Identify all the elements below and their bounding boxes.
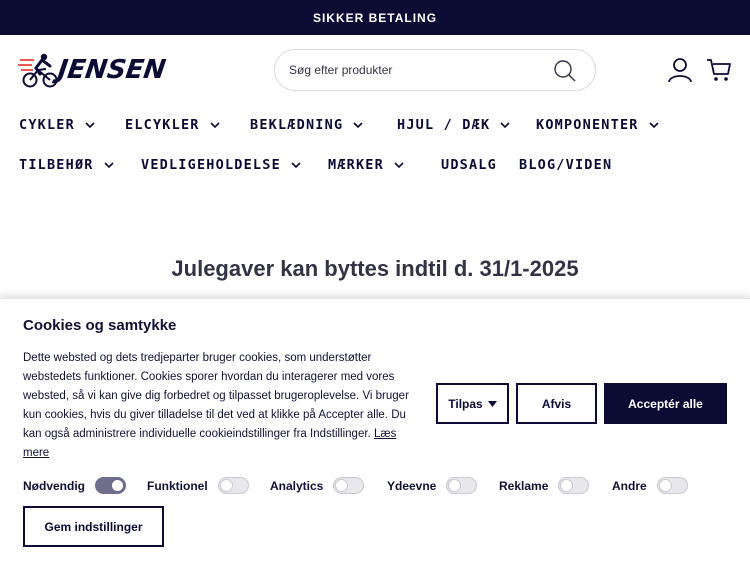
cookie-category-noedvendig: Nødvendig (23, 477, 126, 494)
nav-label: HJUL / DÆK (397, 117, 491, 133)
search-bar (274, 49, 596, 91)
cookie-body-text: Dette websted og dets tredjeparter bruge… (23, 352, 409, 440)
category-label: Analytics (270, 478, 324, 493)
toggle-switch-funktionel[interactable] (217, 477, 249, 494)
nav-item-beklaedning[interactable]: BEKLÆDNING (250, 115, 363, 135)
chevron-down-icon (500, 121, 510, 128)
save-settings-button[interactable]: Gem indstillinger (23, 506, 164, 547)
search-input[interactable] (289, 63, 539, 77)
customize-button[interactable]: Tilpas (436, 383, 509, 424)
toggle-knob (335, 479, 349, 492)
category-label: Funktionel (147, 478, 208, 493)
nav-label: UDSALG (441, 157, 497, 173)
chevron-down-icon (85, 121, 95, 128)
toggle-switch-andre[interactable] (656, 477, 688, 494)
nav-item-vedligeholdelse[interactable]: VEDLIGEHOLDELSE (141, 155, 301, 175)
nav-item-maerker[interactable]: MÆRKER (328, 155, 404, 175)
nav-label: CYKLER (19, 117, 75, 133)
main-navigation: CYKLER ELCYKLER BEKLÆDNING HJUL / DÆK KO… (0, 105, 750, 185)
cookie-category-ydeevne: Ydeevne (387, 477, 478, 494)
nav-label: BEKLÆDNING (250, 117, 344, 133)
chevron-down-icon (210, 121, 220, 128)
caret-down-icon (487, 400, 497, 407)
nav-label: ELCYKLER (125, 117, 200, 133)
toggle-switch-analytics[interactable] (333, 477, 365, 494)
announcement-text: SIKKER BETALING (312, 10, 438, 25)
logo-wordmark: JENSEN (55, 55, 168, 85)
cookie-consent-banner: Cookies og samtykke Dette websted og det… (0, 298, 750, 563)
cookie-title: Cookies og samtykke (23, 317, 177, 334)
nav-label: VEDLIGEHOLDELSE (141, 157, 281, 173)
category-label: Nødvendig (23, 478, 85, 493)
nav-label: MÆRKER (328, 157, 384, 173)
toggle-switch-reklame[interactable] (558, 477, 590, 494)
cookie-category-analytics: Analytics (270, 477, 365, 494)
toggle-switch-noedvendig[interactable] (95, 477, 126, 494)
site-logo[interactable]: JENSEN (18, 51, 214, 89)
cookie-category-funktionel: Funktionel (147, 477, 249, 494)
top-announcement-bar: SIKKER BETALING (0, 0, 750, 35)
chevron-down-icon (353, 121, 363, 128)
chevron-down-icon (104, 161, 114, 168)
nav-item-cykler[interactable]: CYKLER (19, 115, 95, 135)
toggle-knob (111, 479, 124, 492)
cookie-category-andre: Andre (612, 477, 688, 494)
nav-label: BLOG/VIDEN (519, 157, 613, 173)
cookie-description: Dette websted og dets tredjeparter bruge… (23, 349, 415, 463)
category-label: Reklame (499, 478, 549, 493)
category-label: Andre (612, 478, 647, 493)
nav-item-komponenter[interactable]: KOMPONENTER (536, 115, 659, 135)
nav-item-tilbehoer[interactable]: TILBEHØR (19, 155, 114, 175)
nav-label: TILBEHØR (19, 157, 94, 173)
nav-item-hjul-daek[interactable]: HJUL / DÆK (397, 115, 510, 135)
toggle-knob (658, 479, 672, 492)
search-icon[interactable] (553, 59, 577, 83)
chevron-down-icon (649, 121, 659, 128)
category-label: Ydeevne (387, 478, 437, 493)
account-icon[interactable] (667, 57, 693, 83)
cookie-category-reklame: Reklame (499, 477, 590, 494)
promo-headline: Julegaver kan byttes indtil d. 31/1-2025 (171, 256, 579, 281)
chevron-down-icon (394, 161, 404, 168)
site-header: JENSEN (0, 35, 750, 105)
toggle-knob (219, 479, 233, 492)
nav-item-udsalg[interactable]: UDSALG (441, 155, 497, 175)
toggle-knob (448, 479, 462, 492)
customize-label: Tilpas (448, 396, 483, 411)
cookie-category-toggles: Nødvendig Funktionel Analytics Ydeevne R… (23, 477, 723, 499)
nav-item-elcykler[interactable]: ELCYKLER (125, 115, 220, 135)
nav-item-blog-viden[interactable]: BLOG/VIDEN (519, 155, 612, 175)
reject-button[interactable]: Afvis (516, 383, 597, 424)
nav-label: KOMPONENTER (536, 117, 639, 133)
toggle-knob (560, 479, 574, 492)
toggle-switch-ydeevne[interactable] (446, 477, 478, 494)
cart-icon[interactable] (706, 57, 732, 83)
chevron-down-icon (291, 161, 301, 168)
accept-all-button[interactable]: Acceptér alle (604, 383, 727, 424)
